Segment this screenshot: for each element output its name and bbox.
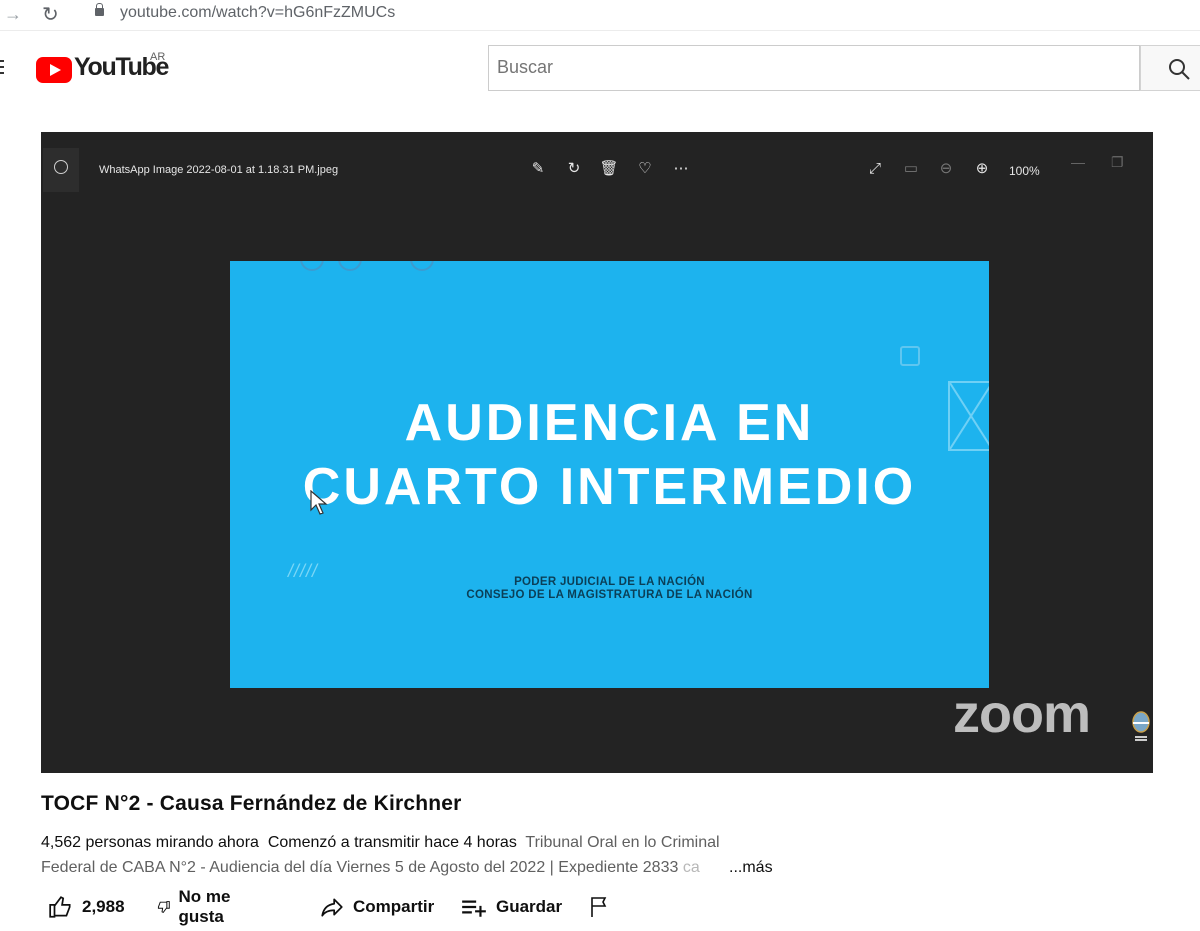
reload-icon[interactable]: ↻ [42,2,59,27]
fit-window-icon: ▭ [903,160,919,177]
share-button[interactable]: Compartir [319,893,434,921]
decorative-circle [338,261,362,271]
video-title: TOCF N°2 - Causa Fernández de Kirchner [41,792,462,815]
slide-image: AUDIENCIA EN CUARTO INTERMEDIO ///// POD… [230,261,989,688]
slide-title-line1: AUDIENCIA EN [404,394,815,452]
live-viewers-count: 4,562 personas mirando ahora [41,834,259,851]
viewer-zoom-level: 100% [1009,164,1040,178]
favorite-heart-icon: ♡ [638,160,652,177]
show-more-link[interactable]: ...más [729,859,773,877]
thumbs-down-icon [157,901,170,914]
zoom-out-icon: ⊖ [939,160,953,177]
description-fade-text: ca [682,859,700,876]
decorative-circle [300,261,324,271]
maximize-icon: ❐ [1111,154,1124,170]
slide-title-line2: CUARTO INTERMEDIO [302,458,917,517]
description-text-1: Tribunal Oral en lo Criminal [525,834,720,851]
photo-viewer-toolbar: WhatsApp Image 2022-08-01 at 1.18.31 PM.… [41,132,1153,192]
browser-address-bar: → ↻ youtube.com/watch?v=hG6nFzZMUCs [0,0,1200,31]
search-button[interactable] [1140,45,1200,91]
lock-icon[interactable] [95,3,104,16]
fullscreen-expand-icon: ⤢ [868,160,881,177]
video-player[interactable]: WhatsApp Image 2022-08-01 at 1.18.31 PM.… [41,132,1153,773]
viewer-filename: WhatsApp Image 2022-08-01 at 1.18.31 PM.… [99,164,339,176]
description-text-2: Federal de CABA N°2 - Audiencia del día … [41,859,683,876]
more-options-icon: ⋯ [673,160,689,177]
description-line-1[interactable]: 4,562 personas mirando ahora Comenzó a t… [41,834,720,852]
youtube-play-logo-icon[interactable] [36,57,72,83]
slide-subtitle-line1: PODER JUDICIAL DE LA NACIÓN [514,576,705,588]
save-button[interactable]: Guardar [460,893,562,921]
share-label: Compartir [353,897,435,916]
like-button[interactable]: 2,988 [48,893,125,921]
dislike-button[interactable]: No me gusta [156,887,235,926]
search-input[interactable] [489,46,1125,88]
region-code: AR [150,51,166,63]
dislike-label: No me gusta [178,887,231,926]
forward-arrow-icon[interactable]: → [4,4,22,25]
close-icon: ✕ [1151,154,1153,171]
url-text[interactable]: youtube.com/watch?v=hG6nFzZMUCs [120,4,395,22]
rotate-icon: ↻ [567,160,581,177]
zoom-in-icon: ⊕ [975,160,989,177]
decorative-circle [410,261,434,271]
flag-icon [591,897,607,917]
share-arrow-icon [321,898,343,917]
slide-subtitle: PODER JUDICIAL DE LA NACIÓN CONSEJO DE L… [230,576,989,602]
search-icon [1169,59,1190,80]
photos-app-icon [43,148,79,192]
description-line-2[interactable]: Federal de CABA N°2 - Audiencia del día … [41,859,700,877]
youtube-masthead: YouTube AR [0,31,1200,103]
slide-subtitle-line2: CONSEJO DE LA MAGISTRATURA DE LA NACIÓN [466,589,753,602]
argentina-crest-icon [1132,711,1150,741]
thumbs-up-icon [49,896,71,918]
search-box [488,45,1140,91]
minimize-icon: — [1071,154,1085,170]
like-count: 2,988 [82,897,125,916]
edit-image-icon: ✎ [531,160,545,177]
save-label: Guardar [496,897,563,916]
report-button[interactable] [588,893,620,921]
stream-started-time: Comenzó a transmitir hace 4 horas [267,834,517,851]
add-to-playlist-icon [462,900,486,917]
decorative-square [900,346,920,366]
zoom-watermark: zoom [953,684,1091,744]
delete-icon: 🗑 [599,160,619,177]
slide-title: AUDIENCIA EN CUARTO INTERMEDIO [230,391,989,520]
mouse-cursor-icon [310,490,328,515]
hamburger-menu-icon[interactable] [0,60,4,74]
